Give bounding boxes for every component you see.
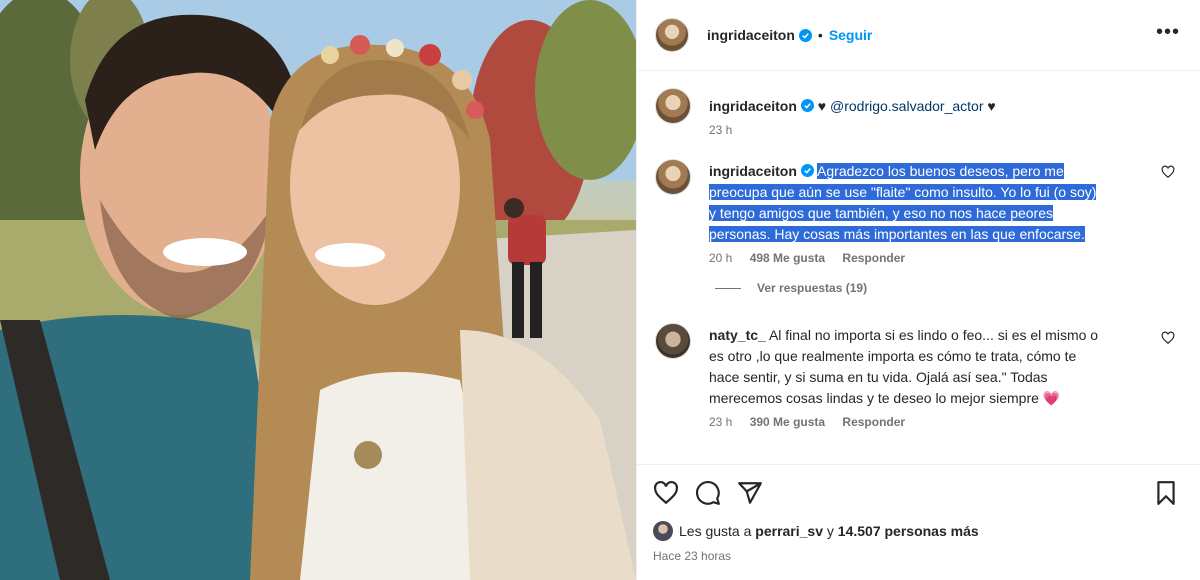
selfie-image (0, 0, 636, 580)
comment-time: 23 h (709, 415, 733, 429)
post-side-panel: ingridaceiton • Seguir ••• ingridaceiton… (636, 0, 1200, 580)
comment-line: preocupa que aún se use "flaite" como in… (709, 184, 1097, 200)
mention-link[interactable]: @rodrigo.salvador_actor (830, 98, 984, 114)
caption-row: ingridaceiton ♥ @rodrigo.salvador_actor … (655, 88, 1183, 137)
comment-meta: 23 h 390 Me gusta Responder (709, 415, 1153, 429)
heart-emoji: 💗 (1042, 390, 1061, 406)
comment-meta: 20 h 498 Me gusta Responder (709, 251, 1153, 265)
comment-body: ingridaceiton Agradezco los buenos deseo… (709, 159, 1183, 265)
comment-avatar[interactable] (655, 323, 691, 359)
caption-text: ingridaceiton ♥ @rodrigo.salvador_actor … (709, 96, 1153, 117)
bookmark-save-icon[interactable] (1153, 480, 1179, 506)
share-send-icon[interactable] (737, 480, 763, 506)
comment-likes[interactable]: 390 Me gusta (750, 415, 825, 429)
post-actions: Les gusta a perrari_sv y 14.507 personas… (637, 464, 1200, 580)
comment-row: ingridaceiton Agradezco los buenos deseo… (655, 159, 1183, 265)
caption-time: 23 h (709, 123, 733, 137)
caption-meta: 23 h (709, 123, 1153, 137)
post-header: ingridaceiton • Seguir ••• (637, 0, 1200, 71)
comment-body: naty_tc_ Al final no importa si es lindo… (709, 323, 1183, 429)
follow-button[interactable]: Seguir (829, 27, 873, 43)
liked-by-user[interactable]: perrari_sv (755, 523, 823, 539)
liker-avatar[interactable] (653, 521, 673, 541)
comment-text: naty_tc_ Al final no importa si es lindo… (709, 325, 1153, 409)
like-comment-icon[interactable] (1161, 331, 1175, 345)
caption-avatar[interactable] (655, 88, 691, 124)
more-options-icon[interactable]: ••• (1156, 22, 1180, 42)
author-username[interactable]: ingridaceiton (707, 27, 795, 43)
comment-line: Agradezco los buenos deseos, pero me (817, 163, 1064, 179)
caption-username[interactable]: ingridaceiton (709, 98, 797, 114)
comment-line: merecemos cosas lindas y te deseo lo mej… (709, 390, 1039, 406)
author-avatar[interactable] (655, 18, 689, 52)
comment-avatar[interactable] (655, 159, 691, 195)
comment-line: hace sentir, y si suma en tu vida. Ojalá… (709, 369, 1048, 385)
like-heart-icon[interactable] (653, 480, 679, 506)
verified-badge-icon (798, 28, 812, 42)
caption-body: ingridaceiton ♥ @rodrigo.salvador_actor … (709, 88, 1183, 137)
comment-username[interactable]: ingridaceiton (709, 163, 797, 179)
comment-time: 20 h (709, 251, 733, 265)
comment-row: naty_tc_ Al final no importa si es lindo… (655, 323, 1183, 429)
comment-line: y tengo amigos que también, y eso no nos… (709, 205, 1053, 221)
likes-summary: Les gusta a perrari_sv y 14.507 personas… (653, 521, 1185, 541)
comment-line: personas. Hay cosas más importantes en l… (709, 226, 1085, 242)
post-photo (0, 0, 636, 580)
heart-glyph: ♥ (987, 98, 996, 114)
comments-list[interactable]: ingridaceiton ♥ @rodrigo.salvador_actor … (637, 72, 1200, 464)
action-icons (653, 479, 1185, 507)
comment-line: Al final no importa si es lindo o feo...… (768, 327, 1099, 343)
header-separator: • (817, 27, 823, 43)
verified-badge-icon (800, 99, 814, 112)
comment-bubble-icon[interactable] (695, 480, 721, 506)
post-timestamp[interactable]: Hace 23 horas (653, 549, 1185, 563)
view-replies-button[interactable]: Ver respuestas (19) (715, 281, 1183, 295)
likes-prefix: Les gusta a (679, 523, 752, 539)
view-replies-label: Ver respuestas (19) (757, 281, 868, 295)
reply-button[interactable]: Responder (842, 415, 905, 429)
comment-username[interactable]: naty_tc_ (709, 327, 766, 343)
likes-count[interactable]: 14.507 personas más (838, 523, 979, 539)
heart-glyph: ♥ (817, 98, 827, 114)
replies-divider (715, 287, 741, 289)
comment-text: ingridaceiton Agradezco los buenos deseo… (709, 161, 1153, 245)
comment-line: es otro ,lo que realmente importa es cóm… (709, 348, 1077, 364)
reply-button[interactable]: Responder (842, 251, 905, 265)
verified-badge-icon (800, 164, 814, 177)
comment-likes[interactable]: 498 Me gusta (750, 251, 825, 265)
likes-and: y (826, 523, 834, 539)
like-comment-icon[interactable] (1161, 165, 1175, 179)
